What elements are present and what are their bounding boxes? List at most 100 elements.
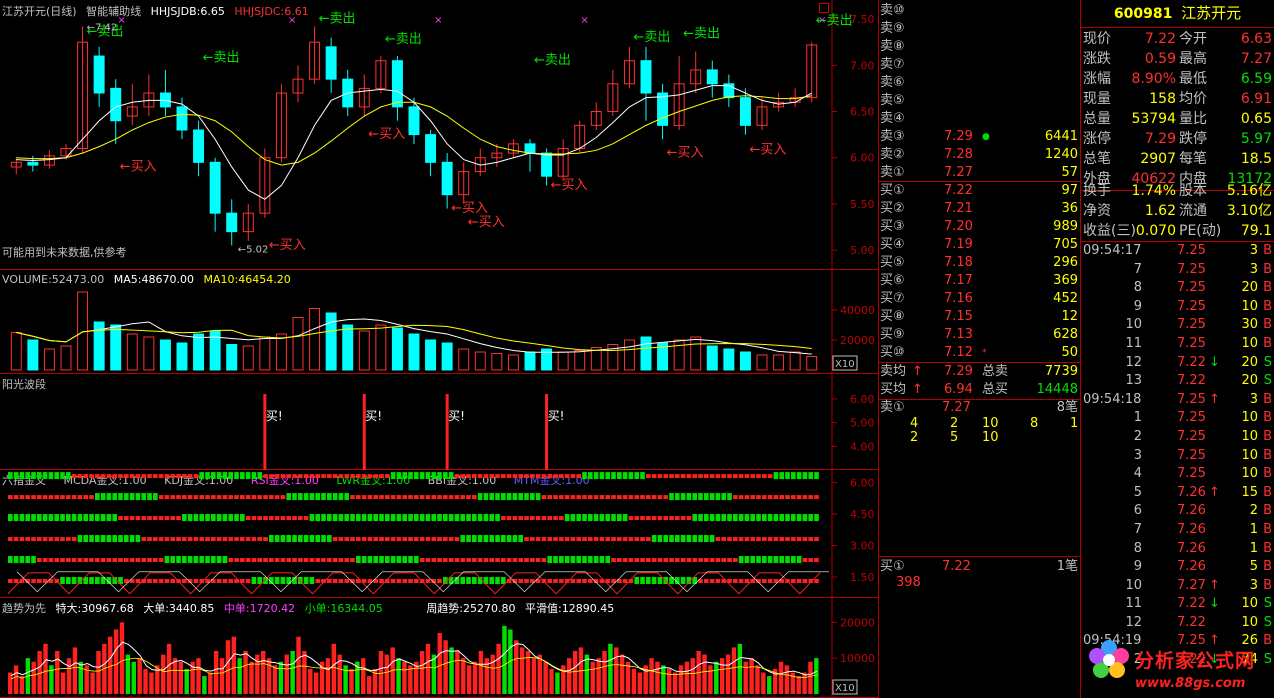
buy-volume: 989	[1053, 219, 1078, 234]
trend-bar	[667, 668, 672, 694]
sell-level-1[interactable]: 卖① 7.27 57	[878, 164, 1080, 182]
cross-signal-cell	[477, 514, 483, 522]
buy-level-2[interactable]: 买② 7.21 36	[878, 200, 1080, 218]
volume-chart[interactable]: 40000 20000 X10	[0, 270, 878, 374]
cross-signal-cell	[170, 556, 176, 564]
cross-signal-cell	[19, 537, 25, 542]
trend-bar	[166, 643, 172, 694]
cross-signal-cell	[164, 474, 170, 479]
sell-level-5[interactable]: 卖⑤	[878, 92, 1080, 110]
buy-level-8[interactable]: 买⑧ 7.15 12	[878, 308, 1080, 326]
quote-header[interactable]: 600981 江苏开元	[1081, 2, 1274, 24]
cross-signal-cell	[147, 516, 152, 521]
buy-level-5[interactable]: 买⑤ 7.18 296	[878, 254, 1080, 272]
trend-bar	[331, 643, 337, 694]
buy-level-4[interactable]: 买④ 7.19 705	[878, 236, 1080, 254]
sell-level-7[interactable]: 卖⑦	[878, 56, 1080, 74]
price-chart[interactable]: 7.507.006.506.005.505.00× × × × ×←卖出←卖出←卖出←卖…	[0, 0, 878, 270]
axis-tick-label: 40000	[840, 304, 875, 317]
cross-signal-cell	[530, 558, 535, 563]
cross-signal-cell	[779, 537, 785, 542]
trend-bar	[184, 668, 189, 694]
trend-bar	[690, 658, 695, 694]
cross-signal-cell	[164, 495, 170, 500]
trend-bar	[637, 672, 643, 694]
avg-buy-label: 买均	[880, 382, 907, 397]
buy-level-1[interactable]: 买① 7.22 97	[878, 182, 1080, 200]
cross-signal-cell	[269, 516, 274, 521]
cross-signal-cell	[675, 558, 680, 563]
sell1-detail-price: 7.27	[942, 400, 971, 415]
cross-signal-cell	[669, 558, 674, 563]
trend-chart[interactable]: 20000 10000 X10	[0, 598, 878, 698]
cross-signal-cell	[141, 516, 147, 521]
cross-signal-cell	[634, 472, 640, 480]
sell-level-8[interactable]: 卖⑧	[878, 38, 1080, 56]
buy-level-3[interactable]: 买③ 7.20 989	[878, 218, 1080, 236]
cross-signal-cell	[489, 535, 495, 543]
buy-level-7[interactable]: 买⑦ 7.16 452	[878, 290, 1080, 308]
cross-signal-cell	[419, 472, 425, 480]
sell-level-9[interactable]: 卖⑨	[878, 20, 1080, 38]
sell-level-3[interactable]: 卖③ 7.29 ● 6441	[878, 128, 1080, 146]
trend-bar	[543, 661, 548, 694]
cross-signal-cell	[628, 516, 634, 521]
cross-signal-cell	[158, 474, 164, 479]
volume-bar	[756, 354, 768, 371]
candle-body	[325, 46, 337, 80]
cross-signal-cell	[274, 535, 280, 543]
sell-level-4[interactable]: 卖④	[878, 110, 1080, 128]
trend-bar	[778, 661, 784, 694]
buy-signal-label: ←买入	[468, 215, 505, 230]
cross-signal-cell	[767, 514, 773, 522]
cross-signal-cell	[785, 537, 790, 542]
cross-signal-cell	[158, 558, 164, 563]
signal-chart[interactable]: 6.00 5.00 4.00 买! 买! 买! 买!	[0, 374, 878, 470]
cross-signal-cell	[77, 495, 83, 500]
sell-level-10[interactable]: 卖⑩	[878, 2, 1080, 20]
trend-bar	[366, 676, 372, 694]
cross-signal-cell	[251, 495, 257, 500]
cross-signal-cell	[309, 535, 315, 543]
tick-time: 4	[1133, 466, 1142, 482]
volume-bar	[242, 345, 254, 371]
cross-signal-cell	[182, 514, 187, 522]
cross-signal-cell	[617, 558, 622, 563]
buy-level-9[interactable]: 买⑨ 7.13 628	[878, 326, 1080, 344]
volume-bar	[425, 339, 437, 371]
buy-price: 7.21	[944, 201, 973, 216]
candle-body	[176, 106, 188, 131]
six-finger-chart[interactable]: 6.00 4.50 3.00 1.50	[0, 470, 878, 598]
tick-price: 7.25	[1177, 280, 1206, 296]
cross-signal-cell	[390, 472, 396, 480]
cross-signal-cell	[327, 493, 332, 501]
cross-signal-cell	[367, 495, 373, 500]
cross-signal-cell	[588, 472, 593, 480]
candle-body	[391, 60, 403, 108]
buy-price: 7.20	[944, 219, 973, 234]
cross-signal-cell	[588, 514, 593, 522]
tick-row: 9 7.26 5 B	[1081, 558, 1274, 577]
buy-level-label: 买③	[880, 219, 905, 234]
queue-volume: 8	[1030, 416, 1039, 431]
cross-signal-cell	[106, 474, 112, 479]
cross-signal-cell	[118, 516, 123, 521]
cross-signal-cell	[675, 474, 680, 479]
trend-bar	[802, 672, 807, 694]
flower-logo-svg	[1089, 640, 1129, 678]
cross-signal-cell	[762, 537, 767, 542]
chart-area[interactable]: 江苏开元(日线) 智能辅助线 HHJSJDB:6.65 HHJSJDC:6.61…	[0, 0, 878, 698]
cross-signal-cell	[472, 495, 477, 500]
cross-signal-cell	[37, 558, 42, 563]
cross-signal-cell	[767, 474, 773, 479]
cross-signal-cell	[518, 474, 524, 479]
cross-signal-cell	[715, 493, 721, 501]
tick-list[interactable]: 09:54:17 7.25 3 B 7 7.25 3 B 8 7.25 20 B 9 7.25 10 B 10 7…	[1081, 242, 1274, 670]
sell-level-2[interactable]: 卖② 7.28 1240	[878, 146, 1080, 164]
cross-signal-cell	[622, 472, 628, 480]
sell-level-6[interactable]: 卖⑥	[878, 74, 1080, 92]
trend-bar	[614, 647, 619, 694]
buy-level-10[interactable]: 买⑩ 7.12 * 50	[878, 344, 1080, 362]
buy-volume: 369	[1053, 273, 1078, 288]
buy-level-6[interactable]: 买⑥ 7.17 369	[878, 272, 1080, 290]
